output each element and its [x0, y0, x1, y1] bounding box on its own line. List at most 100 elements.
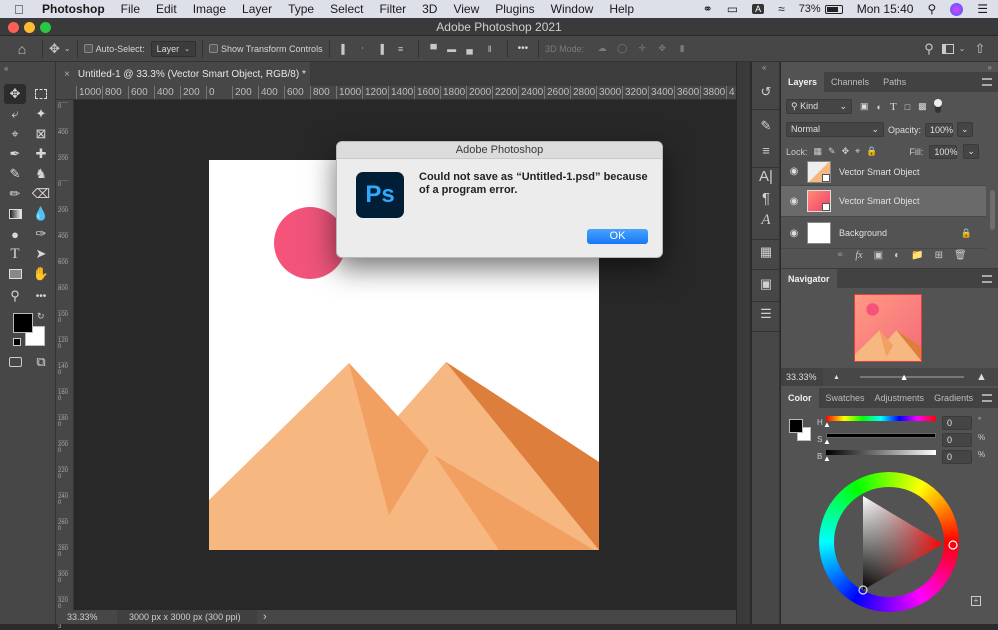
zoom-out-icon[interactable]: ▲ — [833, 374, 840, 381]
move-tool[interactable]: ✥ — [4, 84, 26, 104]
menu-app-photoshop[interactable]: Photoshop — [42, 2, 105, 16]
layer-row[interactable]: ◉ Vector Smart Object — [781, 158, 986, 186]
menu-select[interactable]: Select — [330, 2, 363, 16]
clock[interactable]: Mon 15:40 — [857, 2, 914, 16]
distribute-horizontal-icon[interactable]: ‖ — [479, 44, 501, 54]
align-vertical-center-icon[interactable]: ▬ — [443, 44, 461, 54]
filter-pixel-icon[interactable]: ▣ — [860, 101, 869, 112]
battery-icon[interactable] — [824, 4, 843, 14]
align-bottom-icon[interactable]: ▄ — [461, 44, 479, 54]
foreground-color-swatch[interactable] — [13, 313, 33, 333]
screen-mode-icon[interactable]: ⧉ — [30, 352, 52, 372]
brightness-slider[interactable] — [826, 450, 936, 455]
spotlight-search-icon[interactable]: ⚲ — [927, 2, 936, 16]
edit-toolbar-button[interactable]: ••• — [30, 286, 52, 306]
brightness-input[interactable]: 0 — [942, 450, 972, 464]
home-icon[interactable]: ⌂ — [8, 41, 36, 57]
character-panel-icon[interactable]: A| — [755, 166, 777, 186]
creative-cloud-icon[interactable]: ⚭ — [703, 2, 713, 16]
expand-panels-icon[interactable]: » — [988, 63, 992, 72]
tab-channels[interactable]: Channels — [824, 72, 876, 92]
chevron-down-icon[interactable]: ⌄ — [64, 44, 71, 53]
saturation-slider-thumb[interactable]: ▲ — [823, 437, 831, 446]
dock-divider[interactable] — [736, 62, 750, 624]
navigator-zoom-input[interactable]: 33.33% — [781, 368, 823, 386]
apple-menu-icon[interactable]:  — [14, 2, 34, 17]
saturation-slider[interactable] — [826, 433, 936, 438]
filter-adjustment-icon[interactable]: ◐ — [877, 102, 882, 112]
3d-pan-icon[interactable]: ✛ — [632, 43, 652, 54]
status-zoom[interactable]: 33.33% — [67, 612, 117, 622]
menu-file[interactable]: File — [121, 2, 140, 16]
eyedropper-tool[interactable]: ✒ — [4, 144, 26, 164]
default-colors-icon[interactable] — [13, 338, 21, 346]
share-icon[interactable]: ⇧ — [968, 41, 992, 57]
frame-tool[interactable]: ⊠ — [30, 124, 52, 144]
color-foreground-swatch[interactable] — [789, 419, 803, 433]
libraries-panel-icon[interactable]: ▦ — [755, 242, 777, 262]
auto-select-checkbox[interactable] — [83, 44, 93, 53]
menu-edit[interactable]: Edit — [156, 2, 177, 16]
airplay-icon[interactable]: ▭ — [727, 2, 738, 16]
rectangular-marquee-tool[interactable] — [30, 84, 52, 104]
fill-dropdown[interactable]: ⌄ — [963, 144, 979, 159]
hue-picker-ring[interactable] — [948, 540, 958, 550]
zoom-slider-thumb[interactable]: ▲ — [900, 372, 909, 382]
lock-all-icon[interactable]: 🔒 — [866, 146, 877, 157]
gradient-tool[interactable] — [4, 204, 26, 224]
3d-orbit-icon[interactable]: ☁ — [592, 43, 612, 54]
chevron-down-icon[interactable]: ⌄ — [956, 44, 968, 53]
collapse-panels-icon[interactable]: « — [762, 63, 766, 72]
layer-style-icon[interactable]: fx — [855, 250, 862, 261]
more-options-button[interactable]: ••• — [518, 43, 529, 54]
clone-stamp-tool[interactable]: ♞ — [30, 164, 52, 184]
new-layer-icon[interactable]: ⊞ — [935, 250, 943, 261]
blend-mode-dropdown[interactable]: Normal ⌄ — [786, 122, 884, 137]
3d-roll-icon[interactable]: ◯ — [612, 43, 632, 54]
dodge-tool[interactable]: ● — [4, 224, 26, 244]
type-tool[interactable]: T — [4, 244, 26, 264]
tab-adjustments[interactable]: Adjustments — [872, 388, 928, 408]
filter-type-icon[interactable]: T — [890, 101, 897, 113]
workspace-icon[interactable] — [940, 43, 956, 54]
distribute-vertical-icon[interactable]: ≡ — [390, 44, 412, 54]
lock-image-icon[interactable]: ✎ — [828, 146, 836, 157]
navigator-preview[interactable] — [854, 294, 922, 362]
tool-presets-icon[interactable]: ≡ — [755, 140, 777, 160]
tab-layers[interactable]: Layers — [781, 72, 825, 92]
siri-icon[interactable] — [950, 2, 964, 16]
tab-swatches[interactable]: Swatches — [819, 388, 872, 408]
layer-row[interactable]: ◉ Background 🔒 — [781, 218, 986, 249]
visibility-eye-icon[interactable]: ◉ — [781, 196, 807, 207]
ruler-origin[interactable] — [56, 86, 74, 100]
brightness-slider-thumb[interactable]: ▲ — [823, 454, 831, 463]
spot-healing-tool[interactable]: ✚ — [30, 144, 52, 164]
wifi-icon[interactable]: ≈ — [778, 2, 785, 16]
align-top-icon[interactable]: ▀ — [425, 44, 443, 54]
fill-input[interactable]: 100% — [929, 144, 957, 159]
layer-row-selected[interactable]: ◉ Vector Smart Object — [781, 186, 986, 217]
3d-slide-icon[interactable]: ✥ — [652, 43, 672, 54]
delete-layer-icon[interactable]: 🗑 — [954, 250, 967, 261]
pen-tool[interactable]: ✑ — [30, 224, 52, 244]
tab-paths[interactable]: Paths — [876, 72, 913, 92]
visibility-eye-icon[interactable]: ◉ — [781, 166, 807, 177]
menu-type[interactable]: Type — [288, 2, 314, 16]
status-menu-arrow[interactable]: › — [263, 611, 267, 623]
zoom-tool[interactable]: ⚲ — [4, 286, 26, 306]
align-right-icon[interactable]: ▐ — [372, 44, 390, 54]
tab-navigator[interactable]: Navigator — [781, 269, 837, 288]
magic-wand-tool[interactable]: ✦ — [30, 104, 52, 124]
layer-name[interactable]: Vector Smart Object — [839, 196, 920, 206]
layer-filter-dropdown[interactable]: ⚲ Kind ⌄ — [786, 99, 852, 114]
hand-tool[interactable]: ✋ — [30, 264, 52, 284]
path-selection-tool[interactable]: ➤ — [30, 244, 52, 264]
menu-view[interactable]: View — [453, 2, 479, 16]
align-horizontal-center-icon[interactable]: ⋅ — [354, 43, 372, 54]
adjustment-layer-icon[interactable]: ◐ — [894, 250, 900, 261]
add-mask-icon[interactable]: ▣ — [874, 250, 883, 261]
layer-name[interactable]: Background — [839, 228, 961, 238]
menu-window[interactable]: Window — [551, 2, 594, 16]
new-group-icon[interactable]: 📁 — [911, 250, 923, 261]
adjustments-panel-icon[interactable]: ☰ — [755, 304, 777, 324]
